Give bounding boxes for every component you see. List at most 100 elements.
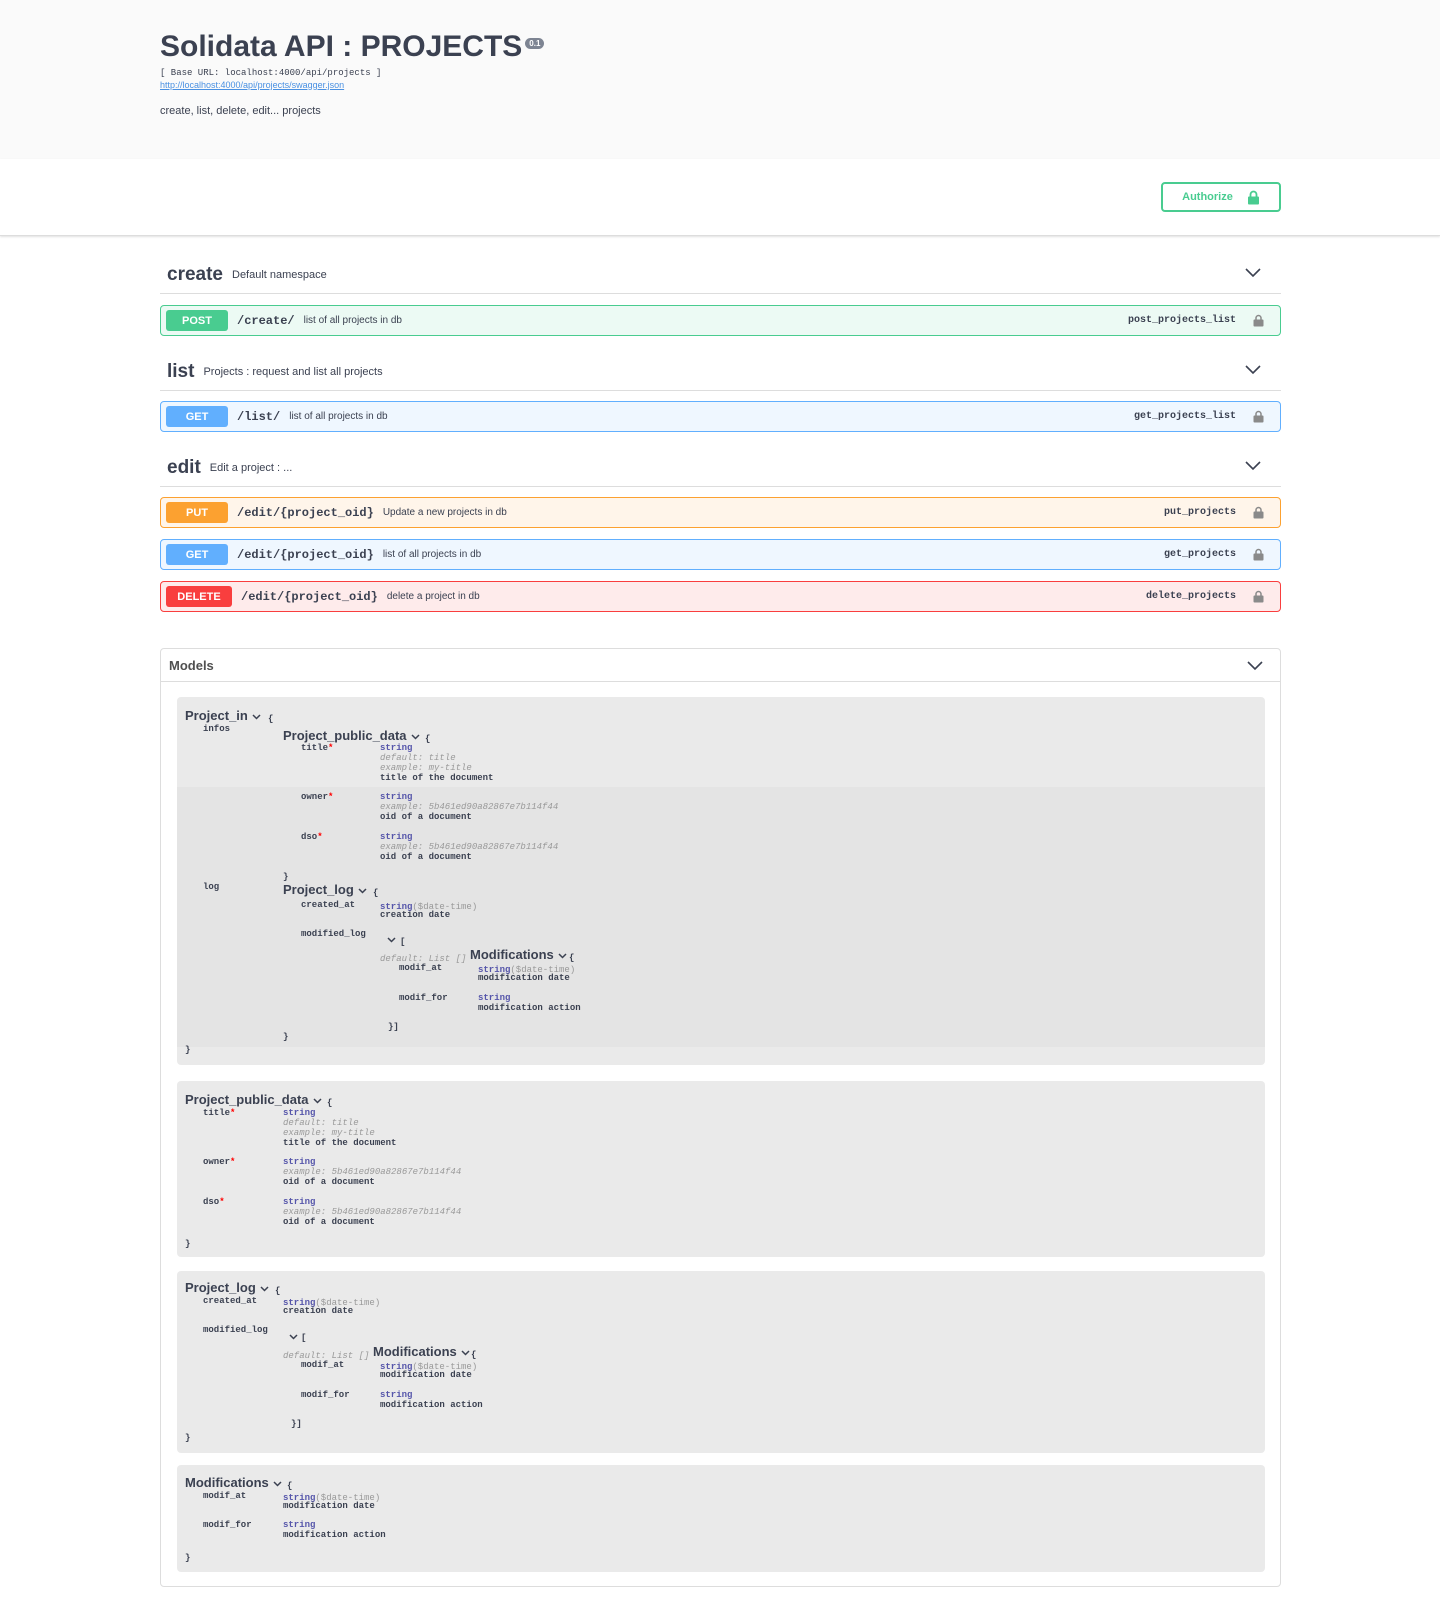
chevron-down-icon[interactable] bbox=[273, 1481, 282, 1487]
lock-icon[interactable] bbox=[1253, 506, 1264, 519]
property-description: title of the document bbox=[380, 773, 494, 783]
property-name: modif_for bbox=[399, 993, 448, 1003]
scheme-container: Authorize bbox=[0, 159, 1440, 236]
chevron-down-icon[interactable] bbox=[1245, 268, 1261, 278]
authorize-label: Authorize bbox=[1182, 191, 1233, 203]
swagger-json-link[interactable]: http://localhost:4000/api/projects/swagg… bbox=[160, 80, 344, 90]
chevron-down-icon[interactable] bbox=[1247, 661, 1263, 671]
property-name: dso* bbox=[301, 832, 323, 842]
chevron-down-icon[interactable] bbox=[411, 734, 420, 740]
operation-summary: Update a new projects in db bbox=[382, 507, 507, 518]
brace-close: } bbox=[185, 1239, 191, 1249]
property-default: default: title bbox=[380, 753, 456, 763]
bracket-open: [ bbox=[301, 1333, 307, 1343]
property-name: log bbox=[203, 882, 220, 892]
operation-post-create[interactable]: POST /create/ list of all projects in db… bbox=[160, 305, 1281, 336]
model-project-in: Project_in { infos Project_public_data {… bbox=[177, 697, 1265, 1065]
lock-icon[interactable] bbox=[1253, 590, 1264, 603]
property-description: modification action bbox=[478, 1003, 581, 1013]
property-example: example: 5b461ed90a82867e7b114f44 bbox=[380, 802, 559, 812]
version-badge: 0.1 bbox=[525, 38, 545, 49]
info-header: Solidata API : PROJECTS 0.1 [ Base URL: … bbox=[0, 0, 1440, 159]
property-description: oid of a document bbox=[380, 852, 472, 862]
operation-id: put_projects bbox=[1163, 507, 1236, 518]
property-name: modified_log bbox=[203, 1325, 268, 1335]
nested-model-title[interactable]: Modifications bbox=[470, 948, 567, 961]
lock-icon bbox=[1247, 190, 1259, 204]
property-type: string bbox=[380, 832, 413, 842]
model-project-log: Project_log { created_at string($date-ti… bbox=[177, 1271, 1265, 1453]
chevron-down-icon[interactable] bbox=[358, 888, 367, 894]
chevron-down-icon[interactable] bbox=[260, 1286, 269, 1292]
nested-model-title[interactable]: Project_log bbox=[283, 883, 367, 896]
chevron-down-icon[interactable] bbox=[313, 1098, 322, 1104]
operation-put-edit[interactable]: PUT /edit/{project_oid} Update a new pro… bbox=[160, 497, 1281, 528]
property-name: modif_for bbox=[203, 1520, 252, 1530]
property-name: modif_at bbox=[301, 1360, 345, 1370]
brace-open: { bbox=[471, 1350, 477, 1360]
property-description: modification date bbox=[380, 1370, 472, 1380]
property-description: modification date bbox=[478, 973, 570, 983]
lock-icon[interactable] bbox=[1253, 548, 1264, 561]
operation-summary: delete a project in db bbox=[386, 591, 480, 602]
models-header[interactable]: Models bbox=[161, 649, 1280, 682]
operation-delete-edit[interactable]: DELETE /edit/{project_oid} delete a proj… bbox=[160, 581, 1281, 612]
brace-close: } bbox=[283, 1032, 289, 1042]
operation-id: post_projects_list bbox=[1127, 315, 1236, 326]
base-url: [ Base URL: localhost:4000/api/projects … bbox=[160, 68, 382, 78]
chevron-down-icon[interactable] bbox=[387, 937, 396, 943]
tag-name: edit bbox=[167, 456, 201, 478]
method-badge: DELETE bbox=[166, 586, 232, 607]
tag-description: Default namespace bbox=[232, 268, 327, 281]
model-title[interactable]: Modifications bbox=[185, 1476, 282, 1489]
brace-close: } bbox=[283, 872, 289, 882]
property-description: modification action bbox=[283, 1530, 386, 1540]
brace-close: } bbox=[185, 1553, 191, 1563]
operation-path: /list/ bbox=[237, 409, 281, 424]
tag-name: create bbox=[167, 263, 223, 285]
model-title[interactable]: Project_log bbox=[185, 1281, 269, 1294]
chevron-down-icon[interactable] bbox=[252, 714, 261, 720]
property-description: title of the document bbox=[283, 1138, 397, 1148]
chevron-down-icon[interactable] bbox=[461, 1350, 470, 1356]
brace-open: { bbox=[425, 734, 431, 744]
brace-close: } bbox=[185, 1045, 191, 1055]
brace-open: { bbox=[373, 888, 379, 898]
operation-get-edit[interactable]: GET /edit/{project_oid} list of all proj… bbox=[160, 539, 1281, 570]
property-description: creation date bbox=[283, 1306, 354, 1316]
property-name: owner* bbox=[301, 792, 334, 802]
model-modifications: Modifications { modif_at string($date-ti… bbox=[177, 1465, 1265, 1572]
list-close: }] bbox=[291, 1419, 302, 1429]
method-badge: POST bbox=[166, 310, 228, 331]
authorize-button[interactable]: Authorize bbox=[1161, 182, 1281, 212]
method-badge: GET bbox=[166, 544, 228, 565]
chevron-down-icon[interactable] bbox=[1245, 365, 1261, 375]
property-example: example: 5b461ed90a82867e7b114f44 bbox=[283, 1207, 462, 1217]
chevron-down-icon[interactable] bbox=[1245, 461, 1261, 471]
lock-icon[interactable] bbox=[1253, 410, 1264, 423]
chevron-down-icon[interactable] bbox=[558, 953, 567, 959]
property-type: string bbox=[283, 1520, 316, 1530]
property-example: example: 5b461ed90a82867e7b114f44 bbox=[283, 1167, 462, 1177]
tag-list[interactable]: list Projects : request and list all pro… bbox=[160, 353, 1281, 391]
chevron-down-icon[interactable] bbox=[289, 1334, 298, 1340]
model-title[interactable]: Project_public_data bbox=[185, 1093, 322, 1106]
lock-icon[interactable] bbox=[1253, 314, 1264, 327]
nested-model-title[interactable]: Project_public_data bbox=[283, 729, 420, 742]
operation-get-list[interactable]: GET /list/ list of all projects in db ge… bbox=[160, 401, 1281, 432]
property-type: string bbox=[283, 1197, 316, 1207]
tag-create[interactable]: create Default namespace bbox=[160, 256, 1281, 294]
operation-path: /create/ bbox=[237, 313, 295, 328]
property-type: string bbox=[283, 1108, 316, 1118]
brace-open: { bbox=[327, 1098, 333, 1108]
property-description: modification date bbox=[283, 1501, 375, 1511]
brace-open: { bbox=[287, 1481, 293, 1491]
model-title[interactable]: Project_in bbox=[185, 709, 261, 722]
tag-edit[interactable]: edit Edit a project : ... bbox=[160, 449, 1281, 487]
property-name: owner* bbox=[203, 1157, 236, 1167]
operation-path: /edit/{project_oid} bbox=[241, 589, 378, 604]
bracket-open: [ bbox=[400, 937, 406, 947]
property-name: title* bbox=[203, 1108, 236, 1118]
list-close: }] bbox=[388, 1022, 399, 1032]
nested-model-title[interactable]: Modifications bbox=[373, 1345, 470, 1358]
